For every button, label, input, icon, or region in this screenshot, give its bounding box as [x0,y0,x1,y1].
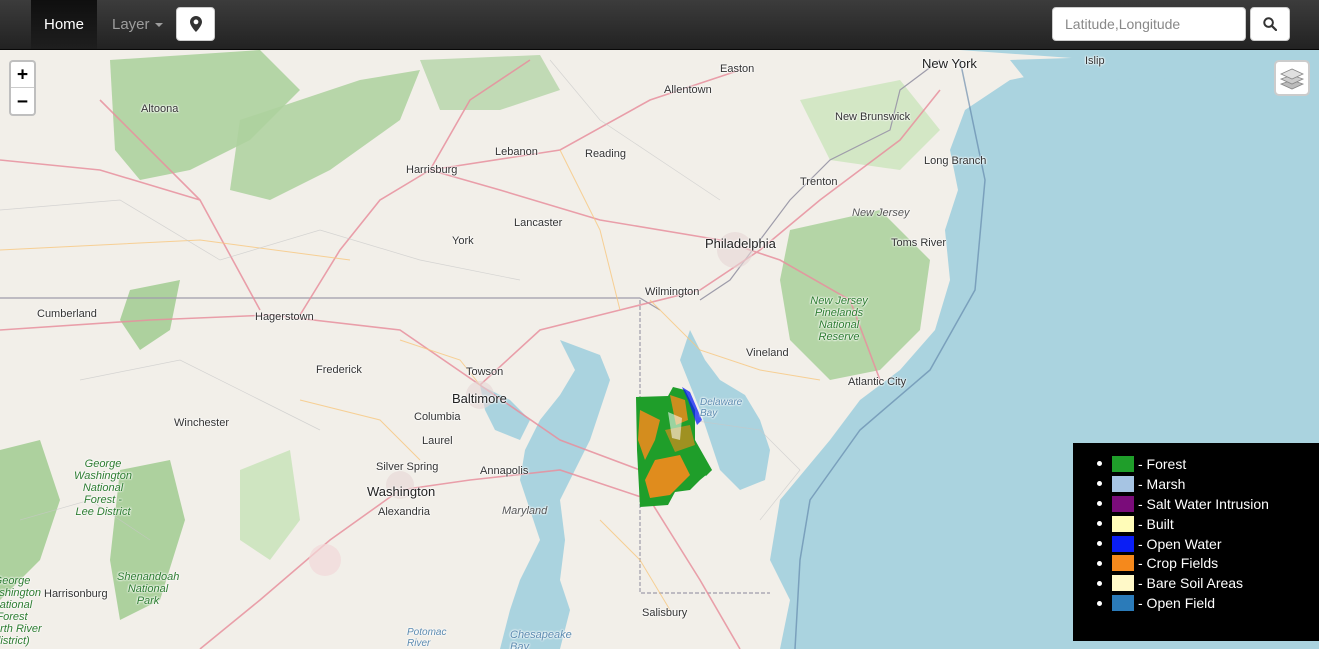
legend-item: - Salt Water Intrusion [1097,494,1319,514]
top-navbar: Home Layer [0,0,1319,50]
legend-item: - Built [1097,514,1319,534]
legend-label: - Crop Fields [1138,555,1219,572]
legend-item: - Marsh [1097,474,1319,494]
map-label: Philadelphia [705,236,776,251]
map-label: Baltimore [452,391,507,406]
bullet-icon [1097,481,1102,487]
legend-swatch [1112,595,1134,612]
zoom-out-button[interactable]: − [11,88,34,114]
bullet-icon [1097,521,1102,527]
map-label: Hagerstown [255,311,314,323]
legend-item: - Open Field [1097,593,1319,613]
nav-home-link[interactable]: Home [31,0,97,49]
map-label: Trenton [800,176,838,188]
bullet-icon [1097,461,1102,467]
map-label: Laurel [422,435,453,447]
map-label: Columbia [414,411,461,423]
search-icon [1263,17,1277,31]
legend-label: - Open Water [1138,535,1222,552]
legend-item: - Open Water [1097,534,1319,554]
bullet-icon [1097,560,1102,566]
legend-swatch [1112,455,1134,472]
map-label: Lebanon [495,146,538,158]
map-label: New Jersey [852,207,910,219]
map-label: Chesapeake Bay [510,629,572,649]
map-label: New Jersey Pinelands National Reserve [810,295,868,343]
legend-item: - Crop Fields [1097,553,1319,573]
bullet-icon [1097,580,1102,586]
map-label: Easton [720,63,755,75]
locate-button[interactable] [176,7,215,41]
layers-icon [1279,68,1305,90]
map-label: Shenandoah National Park [117,571,180,607]
legend-swatch [1112,575,1134,592]
search-button[interactable] [1250,7,1290,41]
zoom-control: + − [9,60,36,116]
legend-swatch [1112,495,1134,512]
coordinate-search-input[interactable] [1052,7,1246,41]
map-label: Frederick [316,364,362,376]
legend-swatch [1112,475,1134,492]
map-label: Silver Spring [376,461,439,473]
legend-swatch [1112,515,1134,532]
legend-label: - Bare Soil Areas [1138,575,1244,592]
legend-list: - Forest - Marsh - Salt Water Intrusion … [1097,454,1319,613]
legend-label: - Forest [1138,455,1187,472]
legend-item: - Forest [1097,454,1319,474]
map-label: Allentown [664,84,712,96]
map-label: Wilmington [645,286,700,298]
map-label: Annapolis [480,465,529,477]
map-label: Potomac River [407,627,447,649]
legend-label: - Built [1138,515,1174,532]
map-label: Lancaster [514,217,563,229]
bullet-icon [1097,600,1102,606]
map-label: New Brunswick [835,111,911,123]
map-label: Delaware Bay [700,397,743,419]
map-label: Toms River [891,237,947,249]
map-label: Maryland [502,505,548,517]
map-label: Salisbury [642,607,688,619]
bullet-icon [1097,541,1102,546]
map-label: Reading [585,148,626,160]
legend-swatch [1112,535,1134,552]
map-label: Towson [466,366,504,378]
map-label: George Washington National Forest - Lee … [74,458,132,518]
map-label: Islip [1085,55,1105,67]
legend-label: - Marsh [1138,475,1186,492]
landcover-legend: - Forest - Marsh - Salt Water Intrusion … [1073,443,1319,641]
map-label: Vineland [746,347,789,359]
nav-layer-dropdown[interactable]: Layer [112,0,163,49]
map-marker-icon [189,16,202,32]
legend-swatch [1112,555,1134,572]
map-label: Alexandria [378,506,430,518]
layers-toggle-button[interactable] [1274,60,1310,96]
map-label: Cumberland [37,308,97,320]
map-label: Altoona [141,103,179,115]
map-label: Washington [367,484,436,499]
legend-label: - Salt Water Intrusion [1138,495,1269,512]
map-label: Atlantic City [848,376,907,388]
caret-down-icon [154,22,163,27]
map-label: York [452,235,474,247]
map-label: Winchester [174,417,230,429]
bullet-icon [1097,501,1102,507]
nav-layer-label: Layer [112,16,150,33]
legend-item: - Bare Soil Areas [1097,573,1319,593]
map-label: George Washington National Forest (North… [0,575,42,647]
zoom-in-button[interactable]: + [11,62,34,88]
map-label: New York [922,56,977,71]
map-label: Harrisburg [406,164,458,176]
legend-label: - Open Field [1138,595,1216,612]
map-label: Long Branch [924,155,987,167]
map-label: Harrisonburg [44,588,108,600]
